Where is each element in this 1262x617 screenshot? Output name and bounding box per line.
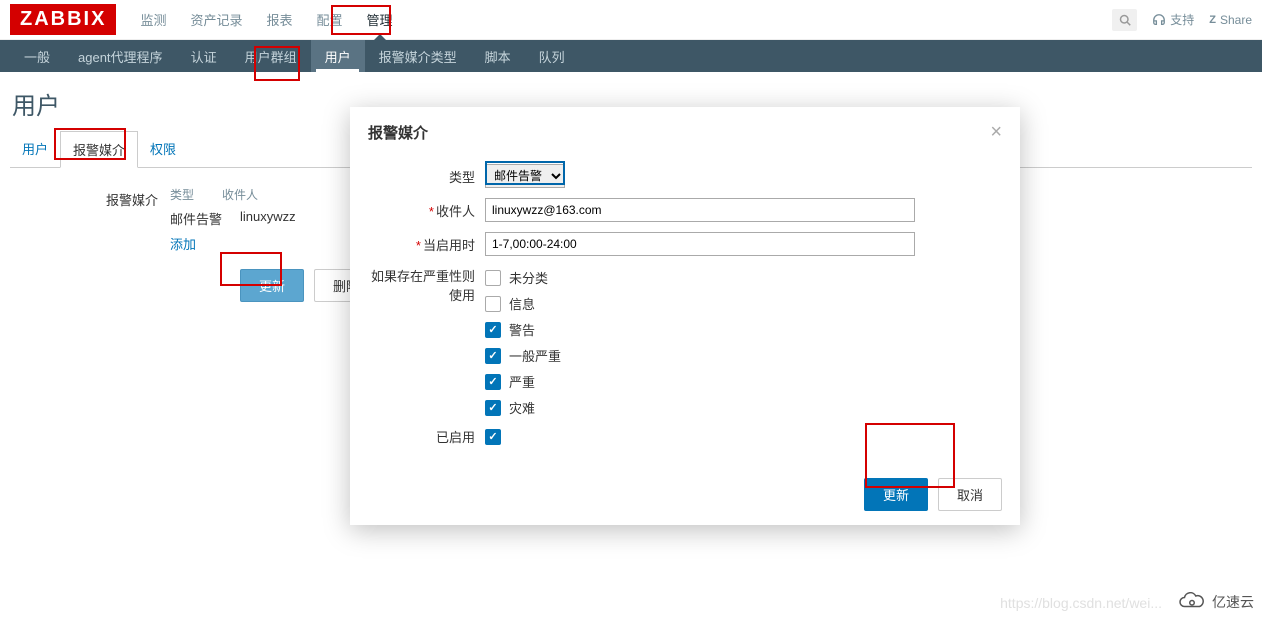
support-label: 支持 [1170, 11, 1194, 28]
label-recipient: *收件人 [370, 201, 485, 220]
cell-type: 邮件告警 [170, 209, 222, 228]
severity-info: 信息 [509, 294, 535, 313]
subnav-general[interactable]: 一般 [10, 40, 64, 72]
checkbox-unclassified[interactable] [485, 270, 501, 286]
subnav-agent[interactable]: agent代理程序 [64, 40, 177, 72]
share-icon: Z [1209, 14, 1216, 26]
nav-config[interactable]: 配置 [305, 0, 355, 39]
sub-nav: 一般 agent代理程序 认证 用户群组 用户 报警媒介类型 脚本 队列 [0, 40, 1262, 72]
label-when-active: *当启用时 [370, 235, 485, 254]
checkbox-info[interactable] [485, 296, 501, 312]
cloud-icon [1177, 592, 1207, 612]
update-button[interactable]: 更新 [240, 269, 304, 302]
severity-average: 一般严重 [509, 346, 561, 365]
when-active-input[interactable] [485, 232, 915, 256]
cell-recipient: linuxywzz [240, 209, 296, 228]
headset-icon [1152, 13, 1166, 27]
severity-disaster: 灾难 [509, 398, 535, 417]
watermark: https://blog.csdn.net/wei... [1000, 595, 1162, 611]
search-icon [1119, 14, 1131, 26]
support-link[interactable]: 支持 [1152, 11, 1194, 28]
logo[interactable]: ZABBIX [10, 4, 116, 35]
tab-media[interactable]: 报警媒介 [60, 131, 138, 168]
subnav-mediatypes[interactable]: 报警媒介类型 [365, 40, 471, 72]
modal-header: 报警媒介 × [350, 107, 1020, 158]
share-label: Share [1220, 13, 1252, 27]
subnav-queue[interactable]: 队列 [525, 40, 579, 72]
tab-permissions[interactable]: 权限 [138, 131, 188, 167]
nav-inventory[interactable]: 资产记录 [178, 0, 254, 39]
modal-update-button[interactable]: 更新 [864, 478, 928, 511]
severity-warning: 警告 [509, 320, 535, 339]
media-modal: 报警媒介 × 类型 邮件告警 *收件人 *当启用时 如果存在严重性则使用 未分类… [350, 107, 1020, 525]
nav-monitoring[interactable]: 监测 [128, 0, 178, 39]
top-right: 支持 Z Share [1112, 9, 1252, 31]
media-section-label: 报警媒介 [50, 186, 170, 209]
label-type: 类型 [370, 167, 485, 186]
search-button[interactable] [1112, 9, 1137, 31]
top-nav: ZABBIX 监测 资产记录 报表 配置 管理 支持 Z Share [0, 0, 1262, 40]
add-link[interactable]: 添加 [170, 234, 296, 253]
checkbox-average[interactable] [485, 348, 501, 364]
label-severity: 如果存在严重性则使用 [370, 266, 485, 304]
subnav-users[interactable]: 用户 [311, 40, 365, 72]
share-link[interactable]: Z Share [1209, 13, 1252, 27]
nav-admin[interactable]: 管理 [355, 0, 405, 39]
subnav-usergroups[interactable]: 用户群组 [231, 40, 311, 72]
severity-high: 严重 [509, 372, 535, 391]
label-enabled: 已启用 [370, 427, 485, 446]
tab-user[interactable]: 用户 [10, 131, 60, 167]
header-type: 类型 [170, 186, 194, 203]
subnav-auth[interactable]: 认证 [177, 40, 231, 72]
recipient-input[interactable] [485, 198, 915, 222]
type-select[interactable]: 邮件告警 [485, 164, 565, 188]
checkbox-warning[interactable] [485, 322, 501, 338]
checkbox-enabled[interactable] [485, 429, 501, 445]
bottom-badge: 亿速云 [1177, 592, 1254, 612]
top-menu: 监测 资产记录 报表 配置 管理 [128, 0, 404, 39]
modal-title: 报警媒介 [368, 122, 428, 143]
checkbox-disaster[interactable] [485, 400, 501, 416]
severity-unclassified: 未分类 [509, 268, 548, 287]
nav-reports[interactable]: 报表 [254, 0, 304, 39]
table-row: 邮件告警 linuxywzz [170, 209, 296, 228]
modal-cancel-button[interactable]: 取消 [938, 478, 1002, 511]
subnav-scripts[interactable]: 脚本 [471, 40, 525, 72]
close-icon[interactable]: × [990, 121, 1002, 144]
checkbox-high[interactable] [485, 374, 501, 390]
header-recipient: 收件人 [222, 186, 258, 203]
